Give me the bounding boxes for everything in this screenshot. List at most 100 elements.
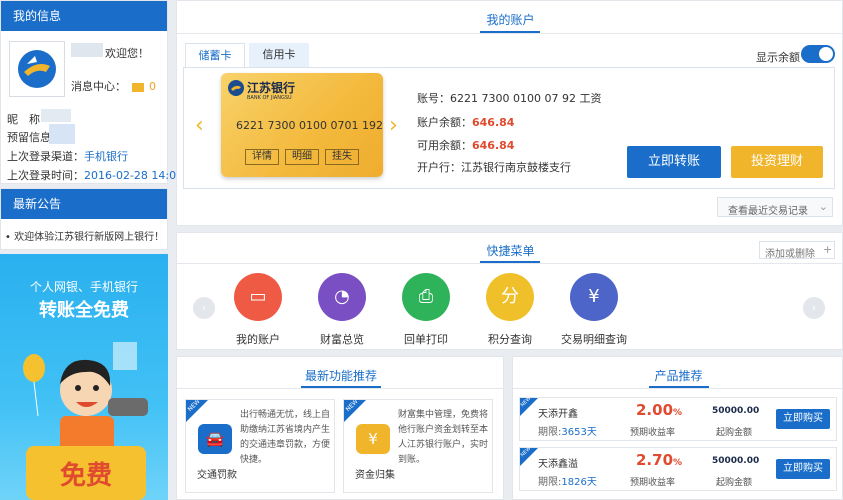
- card-bank-name-cn: 江苏银行: [247, 81, 296, 95]
- message-count: 0: [149, 80, 156, 93]
- product-rate-value: 2.70: [636, 451, 674, 469]
- show-balance-label: 显示余额: [756, 51, 800, 64]
- chevron-down-icon: ⌄: [818, 200, 828, 213]
- quick-menu-divider: [177, 263, 843, 264]
- tab-debit[interactable]: 储蓄卡: [185, 43, 245, 67]
- nickname-label: 昵 称: [7, 113, 40, 126]
- account-number-label: 账号：: [417, 92, 450, 105]
- quick-menu-panel: 快捷菜单 添加或删除 + ‹ › ▭ 我的账户 ◔ 财富总览 ⎙ 回单打印 分积分查询 ¥ 交易…: [176, 232, 843, 350]
- product-term: 期限:1826天: [538, 473, 597, 488]
- recent-transactions-label: 查看最近交易记录: [728, 206, 808, 217]
- branch-row: 开户行：江苏银行南京鼓楼支行: [417, 159, 571, 175]
- last-login-time: 上次登录时间：2016-02-28 14:08:21: [7, 167, 201, 183]
- add-remove-button[interactable]: 添加或删除 +: [759, 241, 835, 260]
- product-term-label: 期限:: [538, 477, 562, 488]
- id-card-icon: ▭: [234, 273, 282, 321]
- banner-stamp-text: 免费: [60, 460, 112, 491]
- product-amount-label: 起购金额: [716, 478, 753, 488]
- statement-icon: ¥: [570, 273, 618, 321]
- welcome-text: 欢迎您！: [105, 47, 149, 60]
- pie-chart-icon: ◔: [318, 273, 366, 321]
- available-label: 可用余额：: [417, 139, 472, 152]
- buy-button[interactable]: 立即购买: [776, 459, 830, 479]
- available-value: 646.84: [472, 139, 515, 152]
- avatar: [9, 41, 65, 97]
- features-title: 最新功能推荐: [304, 369, 377, 383]
- product-term-value: 3653天: [561, 427, 597, 438]
- card-number: 6221 7300 0100 0701 192: [236, 119, 383, 132]
- card-next-arrow[interactable]: ›: [389, 113, 398, 138]
- product-rate-label: 预期收益率: [630, 478, 676, 488]
- money-bag-icon: ¥: [356, 424, 390, 454]
- quick-menu-item-label: 交易明细查询: [561, 333, 627, 346]
- bullet-icon: •: [5, 232, 15, 243]
- card-btn-detail[interactable]: 详情: [245, 149, 279, 165]
- my-info-title: 我的信息: [1, 1, 167, 31]
- reserved-info-label: 预留信息: [7, 131, 51, 144]
- quick-menu-item[interactable]: ⎙ 回单打印: [386, 273, 466, 346]
- balance-label: 账户余额：: [417, 116, 472, 129]
- features-panel: 最新功能推荐 NEW 🚘 交通罚款 出行畅通无忧，线上自助缴纳江苏省境内产生的交通违章…: [176, 356, 505, 500]
- branch-value: 江苏银行南京鼓楼支行: [461, 161, 571, 174]
- products-divider: [513, 388, 843, 389]
- reserved-info-mask: [49, 124, 75, 144]
- balance-row: 账户余额：646.84: [417, 114, 514, 130]
- quick-next-arrow[interactable]: ›: [803, 297, 825, 319]
- card-prev-arrow[interactable]: ‹: [195, 113, 204, 138]
- product-amount-label: 起购金额: [716, 428, 753, 438]
- promo-banner[interactable]: 个人网银、手机银行 转账全免费 免费: [0, 254, 168, 500]
- banner-line1: 个人网银、手机银行: [29, 280, 138, 294]
- buy-button[interactable]: 立即购买: [776, 409, 830, 429]
- last-login-channel: 上次登录渠道：手机银行: [7, 148, 128, 164]
- printer-icon: ⎙: [402, 273, 450, 321]
- tab-credit[interactable]: 信用卡: [249, 43, 309, 67]
- product-rate: 2.00%: [636, 401, 682, 419]
- announcement-item[interactable]: • 欢迎体验江苏银行新版网上银行！: [5, 228, 164, 243]
- card-bank-name-en: BANK OF JIANGSU: [247, 95, 292, 101]
- feature-card[interactable]: NEW 🚘 交通罚款 出行畅通无忧，线上自助缴纳江苏省境内产生的交通违章罚款，方便快捷…: [185, 398, 335, 493]
- product-amount: 50000.00: [712, 406, 760, 416]
- product-name: 天添开鑫: [538, 409, 578, 420]
- show-balance-toggle[interactable]: [801, 45, 835, 63]
- product-rate-label: 预期收益率: [630, 428, 676, 438]
- toggle-knob: [819, 47, 833, 61]
- product-rate-value: 2.00: [636, 401, 674, 419]
- product-term-value: 1826天: [561, 477, 597, 488]
- message-center-label: 消息中心：: [71, 80, 126, 93]
- card-btn-loss[interactable]: 挂失: [325, 149, 359, 165]
- quick-menu-item-label: 回单打印: [404, 333, 448, 346]
- car-icon: 🚘: [198, 424, 232, 454]
- message-center[interactable]: 消息中心： 0: [71, 78, 156, 94]
- feature-desc: 出行畅通无忧，线上自助缴纳江苏省境内产生的交通违章罚款，方便快捷。: [240, 410, 331, 465]
- feature-card[interactable]: NEW ¥ 资金归集 财富集中管理，免费将他行账户资金划转至本人江苏银行账户，实时到账…: [343, 398, 493, 493]
- product-row: NEW 天添鑫溢 期限:1826天 2.70% 预期收益率 50000.00 起购金额 立即购…: [519, 446, 837, 491]
- quick-menu-item[interactable]: ▭ 我的账户: [218, 273, 298, 346]
- quick-menu-item[interactable]: ¥ 交易明细查询: [554, 273, 634, 346]
- plus-icon: +: [823, 243, 833, 256]
- nickname-mask: [41, 109, 71, 122]
- account-number-row: 账号：6221 7300 0100 07 92 工资: [417, 90, 601, 106]
- announcement-item-text: 欢迎体验江苏银行新版网上银行！: [14, 232, 165, 243]
- invest-button[interactable]: 投资理财: [731, 146, 823, 178]
- available-row: 可用余额：646.84: [417, 137, 514, 153]
- product-amount: 50000.00: [712, 456, 760, 466]
- transfer-button[interactable]: 立即转账: [627, 146, 721, 178]
- product-term-label: 期限:: [538, 427, 562, 438]
- mail-icon: [131, 82, 144, 92]
- product-rate-unit: %: [673, 408, 683, 418]
- balance-value: 646.84: [472, 116, 515, 129]
- last-login-channel-value: 手机银行: [84, 150, 128, 163]
- account-panel: 我的账户 储蓄卡 信用卡 显示余额 ‹ › 江苏银行 BANK OF JIANG…: [176, 0, 843, 226]
- bank-logo-icon: [18, 50, 56, 88]
- quick-prev-arrow[interactable]: ‹: [193, 297, 215, 319]
- card-bank-logo-icon: [228, 80, 244, 96]
- quick-menu-item[interactable]: ◔ 财富总览: [302, 273, 382, 346]
- quick-menu-item[interactable]: 分积分查询: [470, 273, 550, 346]
- quick-menu-item-label: 积分查询: [488, 333, 532, 346]
- recent-transactions-button[interactable]: 查看最近交易记录 ⌄: [717, 197, 833, 217]
- mascot-illustration: 免费: [23, 342, 148, 500]
- my-info-panel: 我的信息 欢迎您！ 消息中心： 0 昵 称 预留信息 上次登录渠道：手机银行 上…: [0, 0, 201, 184]
- card-btn-statement[interactable]: 明细: [285, 149, 319, 165]
- last-login-time-label: 上次登录时间：: [7, 169, 84, 182]
- bank-card[interactable]: 江苏银行 BANK OF JIANGSU 6221 7300 0100 0701…: [221, 73, 383, 177]
